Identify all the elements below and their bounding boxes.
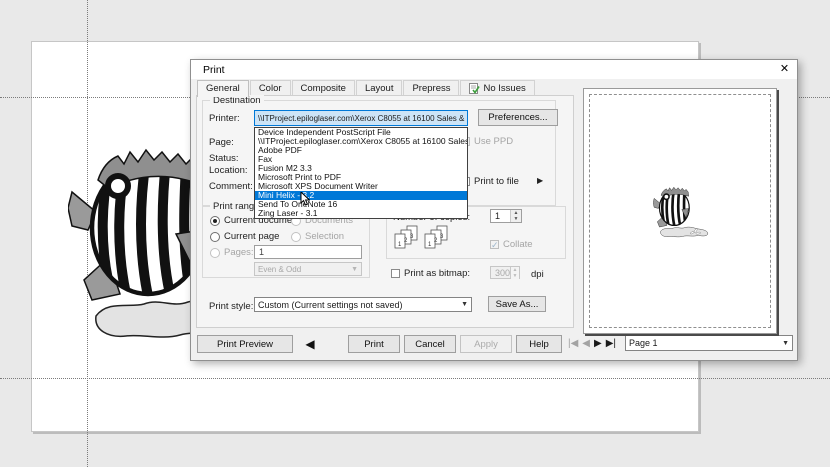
pages-input[interactable]: 1 (254, 245, 362, 259)
checkbox-icon (391, 269, 400, 278)
printer-combobox[interactable]: \\ITProject.epiloglaser.com\Xerox C8055 … (254, 110, 468, 126)
dpi-label: dpi (531, 269, 544, 280)
guideline-horizontal-bottom[interactable] (0, 378, 830, 379)
location-label: Location: (209, 165, 248, 176)
page-navigation: |◀ ◀ ▶ ▶| (568, 338, 616, 349)
tab-composite[interactable]: Composite (292, 80, 355, 96)
apply-button[interactable]: Apply (460, 335, 512, 353)
print-dialog: Print ✕ General Color Composite Layout P… (190, 59, 798, 361)
tab-general[interactable]: General (197, 80, 249, 97)
printer-option[interactable]: Microsoft Print to PDF (255, 173, 467, 182)
printer-option[interactable]: Fusion M2 3.3 (255, 164, 467, 173)
dialog-titlebar[interactable]: Print ✕ (191, 60, 797, 79)
print-as-bitmap-checkbox[interactable]: Print as bitmap: (391, 268, 470, 279)
radio-icon (210, 248, 220, 258)
copies-stepper[interactable]: 1 ▲ ▼ (490, 209, 522, 223)
next-page-icon[interactable]: ▶ (594, 338, 602, 349)
printer-option[interactable]: Send To OneNote 16 (255, 200, 467, 209)
tab-color[interactable]: Color (250, 80, 291, 96)
chevron-down-icon: ▼ (458, 301, 471, 308)
tab-bar: General Color Composite Layout Prepress … (197, 80, 536, 96)
print-to-file-options-arrow-icon[interactable]: ▶ (537, 176, 543, 185)
print-preview-button[interactable]: Print Preview (197, 335, 293, 353)
printer-option[interactable]: Fax (255, 155, 467, 164)
print-button[interactable]: Print (348, 335, 400, 353)
status-label: Status: (209, 153, 239, 164)
radio-icon (291, 232, 301, 242)
collate-pages-icon: 123 123 (393, 225, 449, 253)
print-style-combobox[interactable]: Custom (Current settings not saved) ▼ (254, 297, 472, 312)
first-page-icon[interactable]: |◀ (568, 338, 578, 349)
pages-radio[interactable]: Pages: (210, 247, 254, 258)
close-icon[interactable]: ✕ (777, 62, 792, 77)
printer-option[interactable]: \\ITProject.epiloglaser.com\Xerox C8055 … (255, 137, 467, 146)
bitmap-dpi-stepper[interactable]: 300 ▲ ▼ (490, 266, 520, 279)
collapse-preview-button[interactable]: ◀ (301, 335, 319, 353)
previous-page-icon[interactable]: ◀ (582, 338, 590, 349)
printer-dropdown-list: Device Independent PostScript File \\ITP… (254, 127, 468, 219)
printer-label: Printer: (209, 113, 240, 124)
dialog-title: Print (203, 64, 225, 76)
spin-down-icon: ▼ (511, 273, 519, 279)
last-page-icon[interactable]: ▶| (606, 338, 616, 349)
printer-option[interactable]: Microsoft XPS Document Writer (255, 182, 467, 191)
printer-option-selected[interactable]: Mini Helix - 3.2 (255, 191, 467, 200)
app-canvas: { "dialog": { "title": "Print", "tabs": … (0, 0, 830, 467)
radio-icon (210, 232, 220, 242)
current-page-radio[interactable]: Current page (210, 231, 279, 242)
tab-no-issues[interactable]: No Issues (460, 80, 534, 96)
radio-icon (210, 216, 220, 226)
checkbox-check-icon: ✓ (490, 240, 499, 249)
save-as-button[interactable]: Save As... (488, 296, 546, 312)
help-button[interactable]: Help (516, 335, 562, 353)
collate-checkbox[interactable]: ✓ Collate (490, 239, 533, 250)
print-style-label: Print style: (209, 301, 253, 312)
print-preview-page (583, 88, 777, 334)
tab-layout[interactable]: Layout (356, 80, 403, 96)
chevron-down-icon: ▼ (779, 340, 792, 347)
preferences-button[interactable]: Preferences... (478, 109, 558, 126)
printer-option[interactable]: Adobe PDF (255, 146, 467, 155)
chevron-down-icon: ▼ (348, 266, 361, 273)
selection-radio[interactable]: Selection (291, 231, 344, 242)
cancel-button[interactable]: Cancel (404, 335, 456, 353)
print-to-file-checkbox[interactable]: Print to file (461, 176, 519, 187)
preview-fish-artwork (653, 184, 709, 239)
even-odd-combobox[interactable]: Even & Odd ▼ (254, 262, 362, 276)
use-ppd-checkbox[interactable]: Use PPD (461, 136, 513, 147)
mouse-cursor (300, 192, 310, 206)
tab-prepress[interactable]: Prepress (403, 80, 459, 96)
page-select-combobox[interactable]: Page 1 ▼ (625, 335, 793, 351)
back-arrow-icon: ◀ (305, 337, 314, 351)
spin-down-icon[interactable]: ▼ (511, 216, 521, 222)
printer-option[interactable]: Zing Laser - 3.1 (255, 209, 467, 218)
no-issues-icon (469, 83, 480, 94)
page-label: Page: (209, 137, 234, 148)
comment-label: Comment: (209, 181, 253, 192)
printer-option[interactable]: Device Independent PostScript File (255, 128, 467, 137)
